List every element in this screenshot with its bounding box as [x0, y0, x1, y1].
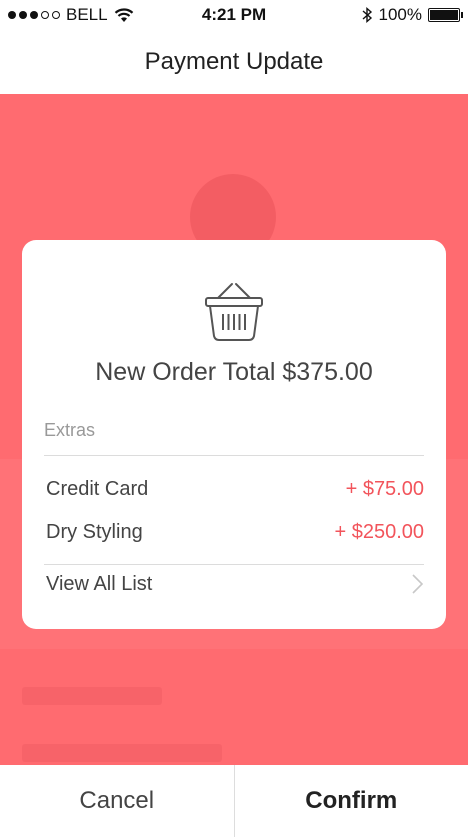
navigation-bar: Payment Update	[0, 30, 468, 94]
extra-item-label: Dry Styling	[46, 521, 143, 543]
chevron-right-icon	[412, 574, 424, 594]
divider	[44, 455, 424, 456]
page-title: Payment Update	[144, 48, 324, 75]
view-all-label: View All List	[46, 572, 153, 595]
bottom-action-bar: Cancel Confirm	[0, 765, 468, 837]
status-right: 100%	[361, 5, 463, 25]
extra-item-dry-styling: Dry Styling + $250.00	[46, 521, 424, 544]
extra-item-label: Credit Card	[46, 478, 149, 500]
background-text-placeholder	[22, 744, 222, 762]
extra-item-price: + $75.00	[345, 478, 424, 500]
view-all-list-row[interactable]: View All List	[46, 566, 424, 602]
order-total: New Order Total $375.00	[95, 358, 373, 386]
cancel-button[interactable]: Cancel	[0, 765, 234, 837]
payment-update-card: New Order Total $375.00 Extras Credit Ca…	[22, 240, 446, 629]
extra-item-price: + $250.00	[334, 521, 424, 543]
status-bar: BELL 4:21 PM 100%	[0, 0, 468, 30]
bluetooth-icon	[362, 6, 372, 24]
battery-percentage: 100%	[378, 5, 422, 24]
confirm-button[interactable]: Confirm	[233, 765, 468, 837]
extra-item-credit-card: Credit Card + $75.00	[46, 478, 424, 501]
extras-heading: Extras	[44, 420, 96, 440]
battery-icon	[428, 8, 463, 22]
shopping-basket-icon	[205, 283, 263, 341]
divider	[44, 564, 424, 565]
background-text-placeholder	[22, 687, 162, 705]
